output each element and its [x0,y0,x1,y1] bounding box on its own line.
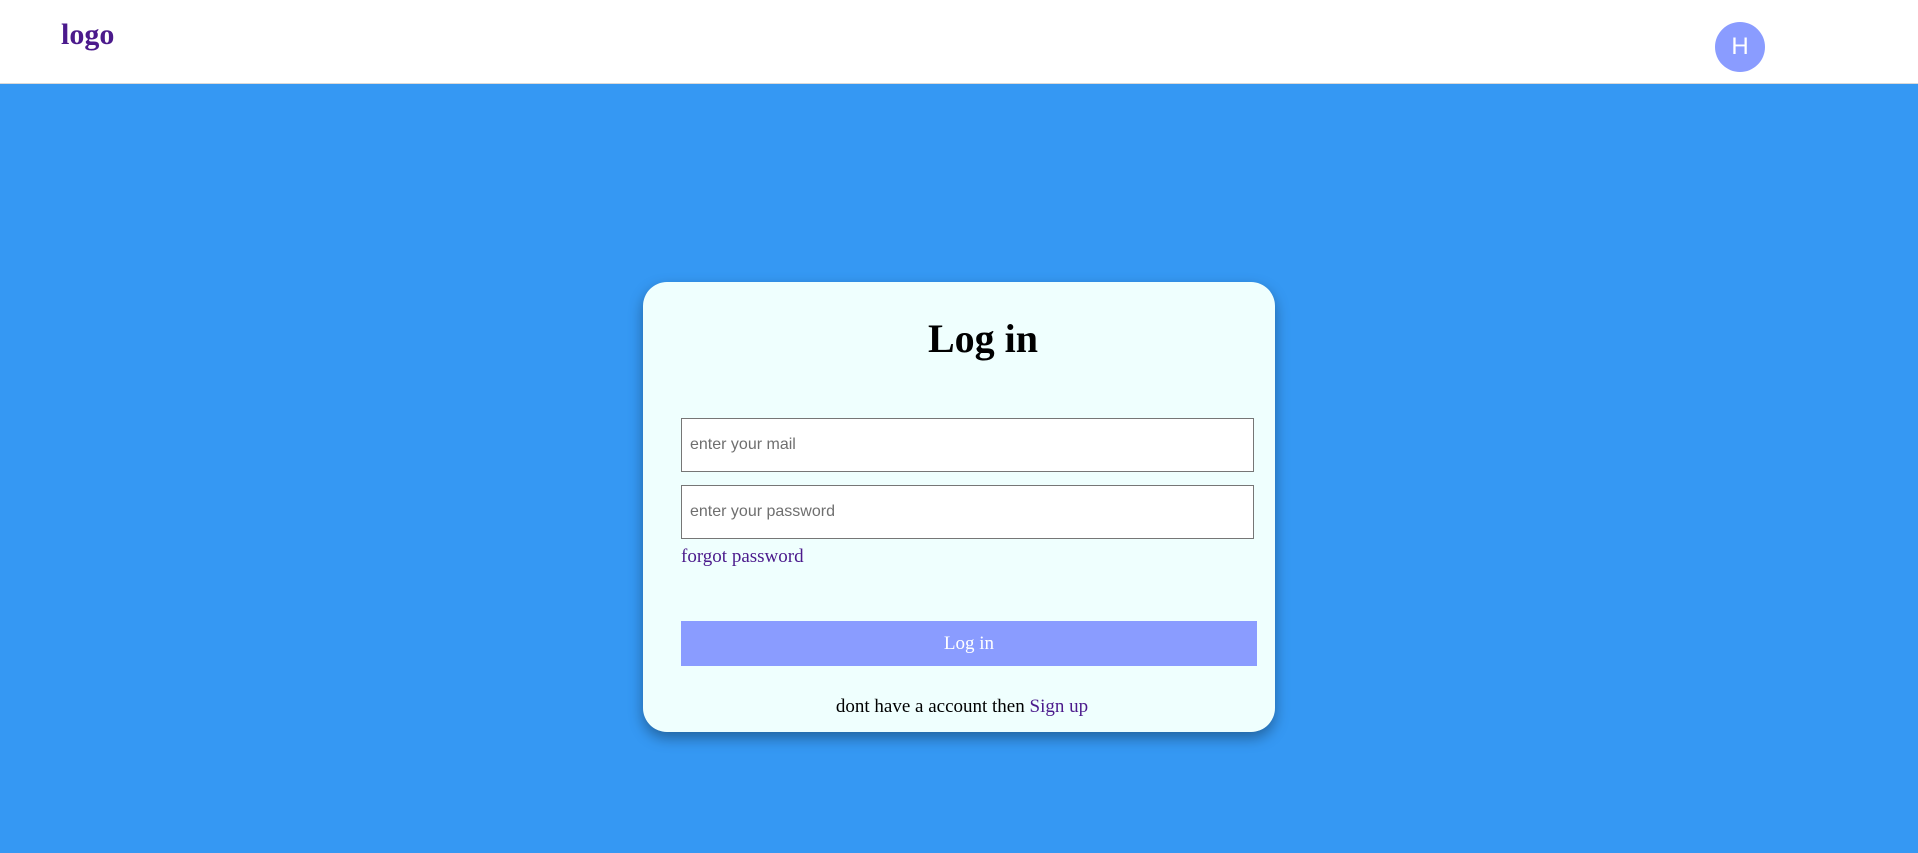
signup-link[interactable]: Sign up [1030,696,1089,717]
signup-prompt-text: dont have a account then [835,696,1025,717]
user-avatar[interactable]: H [1715,22,1765,72]
password-input[interactable] [681,485,1254,539]
login-button[interactable]: Log in [681,621,1257,666]
signup-prompt-line: dont have a account then Sign up [643,696,1275,718]
login-title: Log in [927,316,1039,361]
login-card: Log in forgot password Log in dont have … [643,282,1275,732]
forgot-password-link[interactable]: forgot password [681,546,804,568]
navbar: logo H [0,0,1918,84]
logo[interactable]: logo [61,20,114,50]
email-input[interactable] [681,418,1254,472]
